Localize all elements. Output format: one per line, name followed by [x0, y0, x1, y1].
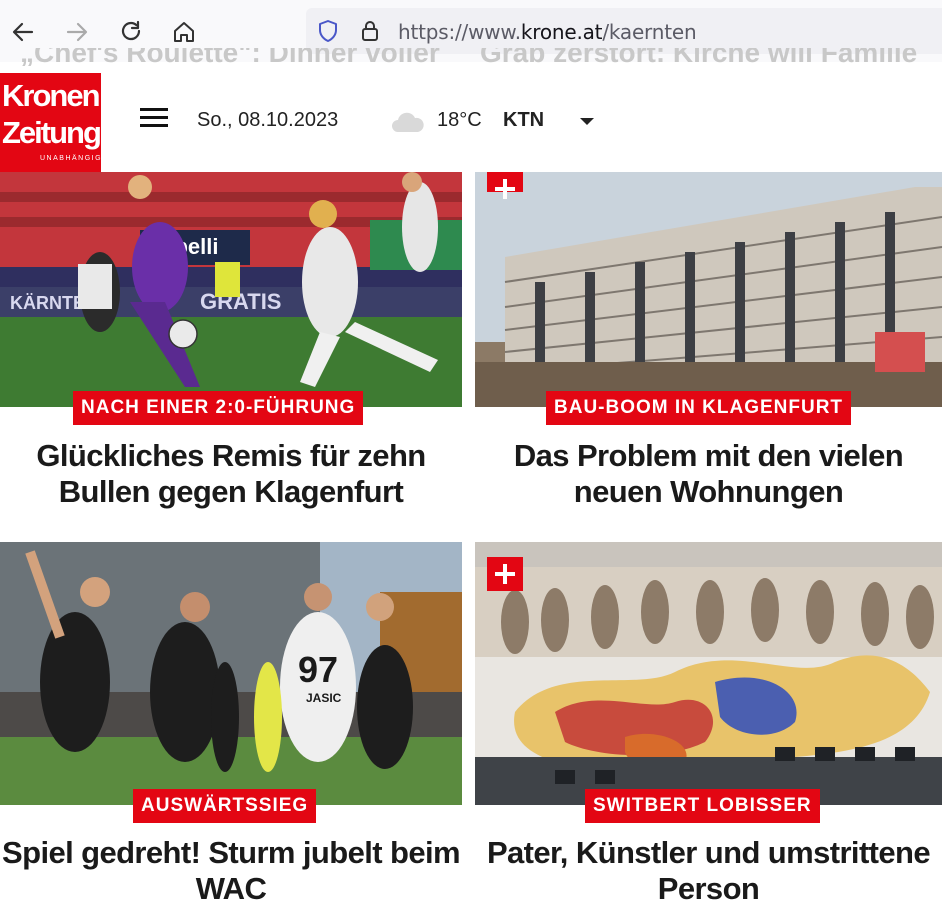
article-tag-1: NACH EINER 2:0-FÜHRUNG: [73, 391, 364, 425]
article-headline-3[interactable]: Spiel gedreht! Sturm jubelt beim WAC: [0, 835, 462, 907]
article-headline-4[interactable]: Pater, Künstler und umstrittene Person: [475, 835, 942, 907]
article-card-3[interactable]: 97 JASIC AUSWÄRTSSIEG Spiel gedreht! Stu…: [0, 542, 462, 911]
temperature: 18°C: [437, 109, 482, 131]
reload-icon: [121, 20, 141, 41]
arrow-left-icon: [12, 22, 34, 42]
article-image-3[interactable]: 97 JASIC: [0, 542, 462, 805]
jersey-name: JASIC: [306, 691, 342, 705]
lock-icon[interactable]: [358, 19, 382, 43]
article-tag-3: AUSWÄRTSSIEG: [133, 789, 317, 823]
logo-line-2: Zeitung: [2, 115, 102, 150]
menu-icon[interactable]: [140, 108, 170, 132]
cloud-icon: [392, 112, 424, 132]
article-image-1[interactable]: capelli KÄRNTEN GRATIS: [0, 172, 462, 407]
ad-board-text-2: GRATIS: [200, 289, 281, 314]
article-image-4[interactable]: [475, 542, 942, 805]
url-domain: krone.at: [520, 20, 603, 44]
back-button[interactable]: [3, 12, 43, 52]
football-photo: capelli KÄRNTEN GRATIS: [0, 172, 462, 407]
article-tag-4: SWITBERT LOBISSER: [585, 789, 820, 823]
reload-button[interactable]: [111, 12, 151, 52]
current-date: So., 08.10.2023: [197, 109, 339, 131]
home-button[interactable]: [164, 12, 204, 52]
chevron-down-icon[interactable]: [580, 118, 594, 125]
jersey-number: 97: [298, 649, 338, 690]
url-prefix: https://www.: [398, 20, 521, 44]
article-headline-1[interactable]: Glückliches Remis für zehn Bullen gegen …: [0, 438, 462, 510]
arrow-right-icon: [66, 22, 88, 42]
home-icon: [174, 22, 194, 42]
article-card-2[interactable]: BAU-BOOM IN KLAGENFURT Das Problem mit d…: [475, 172, 942, 522]
article-card-4[interactable]: SWITBERT LOBISSER Pater, Künstler und um…: [475, 542, 942, 911]
article-card-1[interactable]: capelli KÄRNTEN GRATIS NACH EINER 2:0-FÜ…: [0, 172, 462, 522]
construction-photo: [475, 172, 942, 407]
logo-line-1: Kronen: [2, 78, 100, 113]
article-tag-2: BAU-BOOM IN KLAGENFURT: [546, 391, 852, 425]
url-text[interactable]: https://www.krone.at/kaernten: [398, 20, 697, 44]
article-image-2[interactable]: [475, 172, 942, 407]
article-headline-2[interactable]: Das Problem mit den vielen neuen Wohnung…: [475, 438, 942, 510]
logo-line-3: UNABHÄNGIG: [40, 155, 103, 162]
celebration-photo: 97 JASIC: [0, 542, 462, 805]
site-header: Kronen Zeitung UNABHÄNGIG So., 08.10.202…: [0, 66, 942, 172]
forward-button[interactable]: [57, 12, 97, 52]
plus-badge-icon: [487, 557, 523, 591]
mural-photo: [475, 542, 942, 805]
url-path: /kaernten: [602, 20, 697, 44]
shield-icon[interactable]: [316, 19, 340, 43]
region-selector[interactable]: KTN: [503, 109, 544, 132]
kronen-zeitung-logo[interactable]: Kronen Zeitung UNABHÄNGIG: [0, 73, 103, 172]
plus-badge-icon: [487, 172, 523, 199]
